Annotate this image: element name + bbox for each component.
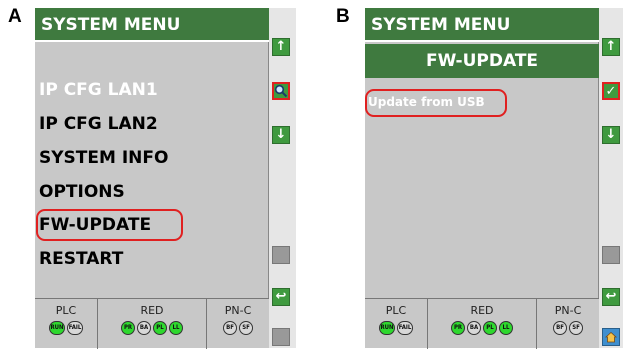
led-pl-b: PL [483,321,497,335]
subtitle-fw-update: FW-UPDATE [365,44,599,78]
check-icon[interactable]: ✓ [602,82,620,100]
led-fail-b: FAIL [397,321,413,335]
led-sf: SF [239,321,253,335]
arrow-down-icon[interactable]: ↓ [272,126,290,144]
status-group-plc-b: PLC RUN FAIL [365,299,427,349]
led-run-b: RUN [379,321,395,335]
led-pr-b: PR [451,321,465,335]
status-bar-a: PLC RUN FAIL RED PR BA PL LL PN-C BF SF [35,298,269,349]
menu-item-system-info[interactable]: SYSTEM INFO [39,148,168,168]
usb-option-highlight [365,89,507,117]
panel-a-label: A [8,6,22,27]
arrow-up-icon[interactable]: ↑ [272,38,290,56]
page-title-b: SYSTEM MENU [365,8,599,42]
status-label-plc: PLC [55,304,77,317]
led-ba-b: BA [467,321,481,335]
search-icon[interactable] [272,82,290,100]
led-ll-b: LL [499,321,513,335]
return-icon-b[interactable]: ↩ [602,288,620,306]
status-label-red: RED [140,304,164,317]
lcd-display-a: SYSTEM MENU IP CFG LAN1 IP CFG LAN2 SYST… [35,8,269,349]
menu-item-restart[interactable]: RESTART [39,249,123,269]
lcd-display-b: SYSTEM MENU FW-UPDATE Update from USB PL… [365,8,599,349]
page-title: SYSTEM MENU [35,8,269,42]
blank-button-1[interactable] [272,246,290,264]
led-fail: FAIL [67,321,83,335]
led-run: RUN [49,321,65,335]
status-label-pn-c: PN-C [224,304,252,317]
led-ll: LL [169,321,183,335]
led-sf-b: SF [569,321,583,335]
status-bar-b: PLC RUN FAIL RED PR BA PL LL PN-C BF SF [365,298,599,349]
status-label-red-b: RED [470,304,494,317]
led-pl: PL [153,321,167,335]
arrow-down-icon-b[interactable]: ↓ [602,126,620,144]
return-icon[interactable]: ↩ [272,288,290,306]
menu-item-ip-cfg-lan1[interactable]: IP CFG LAN1 [39,80,158,100]
sidebar-a: ↑ ↓ ↩ [269,8,296,348]
led-bf: BF [223,321,237,335]
status-group-pn-c-b: PN-C BF SF [536,299,599,349]
status-group-red-b: RED PR BA PL LL [427,299,536,349]
arrow-up-icon-b[interactable]: ↑ [602,38,620,56]
led-pr: PR [121,321,135,335]
panel-b-label: B [336,6,350,27]
screen-b: SYSTEM MENU FW-UPDATE Update from USB PL… [365,8,599,349]
status-group-plc: PLC RUN FAIL [35,299,97,349]
fw-update-highlight [36,209,183,241]
screen-a: SYSTEM MENU IP CFG LAN1 IP CFG LAN2 SYST… [35,8,269,349]
led-ba: BA [137,321,151,335]
status-group-pn-c: PN-C BF SF [206,299,269,349]
status-label-plc-b: PLC [385,304,407,317]
blank-button-b-1[interactable] [602,246,620,264]
blank-button-2[interactable] [272,328,290,346]
status-label-pn-c-b: PN-C [554,304,582,317]
status-group-red: RED PR BA PL LL [97,299,206,349]
led-bf-b: BF [553,321,567,335]
sidebar-b: ↑ ✓ ↓ ↩ [599,8,623,348]
menu-item-options[interactable]: OPTIONS [39,182,125,202]
home-icon[interactable] [602,328,620,346]
menu-item-ip-cfg-lan2[interactable]: IP CFG LAN2 [39,114,158,134]
